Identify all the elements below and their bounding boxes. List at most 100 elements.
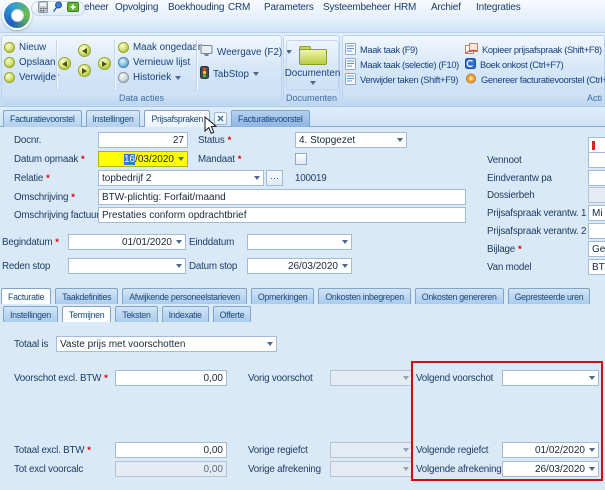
- tab-offerte[interactable]: Offerte: [213, 306, 252, 322]
- eindverantw-field[interactable]: [588, 170, 605, 186]
- opslaan-button[interactable]: Opslaan: [4, 57, 56, 68]
- doc-tab-prijsafspraken[interactable]: Prijsafspraken: [144, 110, 210, 127]
- opslaan-label: Opslaan: [19, 57, 56, 68]
- datum-opmaak-field[interactable]: 16/03/2020: [98, 151, 188, 167]
- verantw1-field[interactable]: Mi: [588, 205, 605, 221]
- vorige-regiefct-label: Vorige regiefct: [248, 445, 308, 456]
- tot-excl-field[interactable]: 0,00: [115, 461, 227, 477]
- van-model-field[interactable]: BT: [588, 259, 605, 275]
- volgende-afrekening-field[interactable]: 26/03/2020: [502, 461, 599, 477]
- volgende-regiefct-field[interactable]: 01/02/2020: [502, 442, 599, 458]
- cutoff-field[interactable]: [588, 137, 605, 153]
- documenten-button[interactable]: Documenten: [286, 40, 339, 90]
- voorschot-field[interactable]: 0,00: [115, 370, 227, 386]
- vorige-regiefct-combo[interactable]: [330, 442, 413, 458]
- dropdown-arrow-icon[interactable]: [176, 264, 182, 268]
- dropdown-arrow-icon[interactable]: [342, 240, 348, 244]
- menu-archief[interactable]: Archief: [431, 2, 461, 13]
- kopieer-prijsafspraak-button[interactable]: Kopieer prijsafspraak (Shift+F8): [465, 43, 602, 56]
- dropdown-arrow-icon[interactable]: [178, 157, 184, 161]
- dropdown-arrow-icon[interactable]: [176, 240, 182, 244]
- status-combo[interactable]: 4. Stopgezet: [295, 132, 407, 148]
- dropdown-arrow-icon[interactable]: [589, 448, 595, 452]
- doc-tab-facturatievoorstel-2[interactable]: Facturatievoorstel: [231, 110, 310, 127]
- nieuw-button[interactable]: Nieuw: [4, 42, 46, 53]
- menu-integraties[interactable]: Integraties: [476, 2, 521, 13]
- tabstop-button[interactable]: TabStop: [200, 66, 259, 82]
- doc-tab-instellingen[interactable]: Instellingen: [86, 110, 141, 127]
- tab-afwijkende-personeelstarieven[interactable]: Afwijkende personeelstarieven: [122, 288, 247, 304]
- dropdown-arrow-icon[interactable]: [254, 176, 260, 180]
- omschrijving-factuur-label: Omschrijving factuur: [14, 210, 99, 221]
- vennoot-field[interactable]: [588, 152, 605, 168]
- boek-onkost-label: Boek onkost (Ctrl+F7): [480, 60, 563, 70]
- genereer-facturatievoorstel-button[interactable]: Genereer facturatievoorstel (Ctrl+F: [465, 73, 605, 86]
- totaal-field[interactable]: 0,00: [115, 442, 227, 458]
- tab-termijnen[interactable]: Termijnen: [62, 306, 111, 322]
- einddatum-field[interactable]: [247, 234, 352, 250]
- menu-hrm[interactable]: HRM: [394, 2, 416, 13]
- close-tab-button[interactable]: [214, 112, 227, 125]
- dropdown-arrow-icon[interactable]: [589, 467, 595, 471]
- app-logo-icon[interactable]: [2, 0, 32, 30]
- totaal-is-combo[interactable]: Vaste prijs met voorschotten: [56, 336, 277, 352]
- dropdown-arrow-icon[interactable]: [342, 264, 348, 268]
- tab-indexatie[interactable]: Indexatie: [162, 306, 209, 322]
- relatie-browse-button[interactable]: ···: [266, 170, 283, 186]
- volgende-afrekening-label: Volgende afrekening: [416, 464, 502, 475]
- boek-onkost-button[interactable]: Boek onkost (Ctrl+F7): [465, 58, 563, 71]
- docnr-field[interactable]: 27: [98, 132, 188, 148]
- doc-tab-facturatievoorstel-1[interactable]: Facturatievoorstel: [3, 110, 82, 127]
- pin-icon[interactable]: [52, 0, 63, 18]
- begindatum-field[interactable]: 01/01/2020: [68, 234, 186, 250]
- volgend-voorschot-combo[interactable]: [502, 370, 599, 386]
- nav-last-button[interactable]: [78, 64, 91, 77]
- vorige-afrekening-combo[interactable]: [330, 461, 413, 477]
- menu-opvolging[interactable]: Opvolging: [115, 2, 158, 13]
- reden-stop-combo[interactable]: [68, 258, 186, 274]
- tab-teksten[interactable]: Teksten: [115, 306, 157, 322]
- tab-instellingen[interactable]: Instellingen: [3, 306, 58, 322]
- maak-ongedaan-button[interactable]: Maak ongedaan: [118, 42, 203, 53]
- datum-stop-field[interactable]: 26/03/2020: [247, 258, 352, 274]
- dropdown-arrow-icon[interactable]: [267, 342, 273, 346]
- verwijder-button[interactable]: Verwijder: [4, 72, 59, 83]
- add-screen-icon[interactable]: [67, 0, 79, 18]
- nav-next-button[interactable]: [98, 57, 111, 70]
- tab-gepresteerde-uren[interactable]: Gepresteerde uren: [508, 288, 591, 304]
- task-page-icon: [345, 73, 356, 87]
- tab-onkosten-genereren[interactable]: Onkosten genereren: [415, 288, 504, 304]
- mandaat-checkbox[interactable]: [295, 153, 307, 165]
- dossierbeh-field[interactable]: [588, 187, 605, 203]
- tab-taakdefinities[interactable]: Taakdefinities: [55, 288, 118, 304]
- relatie-combo[interactable]: topbedrijf 2: [98, 170, 264, 186]
- tab-opmerkingen[interactable]: Opmerkingen: [251, 288, 315, 304]
- menu-systeembeheer[interactable]: Systeembeheer: [323, 2, 390, 13]
- nav-previous-button[interactable]: [58, 57, 71, 70]
- traffic-light-icon: [200, 66, 209, 82]
- required-asterisk: *: [71, 192, 75, 203]
- status-label: Status*: [198, 135, 231, 146]
- verwijder-taken-button[interactable]: Verwijder taken (Shift+F9): [345, 73, 458, 87]
- vernieuw-lijst-button[interactable]: Vernieuw lijst: [118, 57, 190, 68]
- tab-facturatie[interactable]: Facturatie: [1, 288, 51, 304]
- bijlage-field[interactable]: Ge: [588, 241, 605, 257]
- vorig-voorschot-combo[interactable]: [330, 370, 413, 386]
- required-asterisk: *: [46, 173, 50, 184]
- chevron-down-icon: [175, 76, 181, 80]
- omschrijving-factuur-field[interactable]: Prestaties conform opdrachtbrief: [98, 207, 466, 223]
- tab-onkosten-inbegrepen[interactable]: Onkosten inbegrepen: [318, 288, 410, 304]
- weergave-button[interactable]: Weergave (F2): [200, 44, 292, 60]
- verantw2-field[interactable]: [588, 223, 605, 239]
- omschrijving-field[interactable]: BTW-plichtig: Forfait/maand: [98, 189, 466, 205]
- dropdown-arrow-icon[interactable]: [397, 138, 403, 142]
- historiek-button[interactable]: Historiek: [118, 72, 181, 83]
- menu-crm[interactable]: CRM: [228, 2, 250, 13]
- maak-taak-button[interactable]: Maak taak (F9): [345, 43, 418, 57]
- calculator-icon[interactable]: [38, 0, 48, 18]
- maak-taak-selectie-button[interactable]: Maak taak (selectie) (F10): [345, 58, 459, 72]
- menu-parameters[interactable]: Parameters: [264, 2, 314, 13]
- nav-first-button[interactable]: [78, 44, 91, 57]
- menu-boekhouding[interactable]: Boekhouding: [168, 2, 224, 13]
- dropdown-arrow-icon[interactable]: [589, 376, 595, 380]
